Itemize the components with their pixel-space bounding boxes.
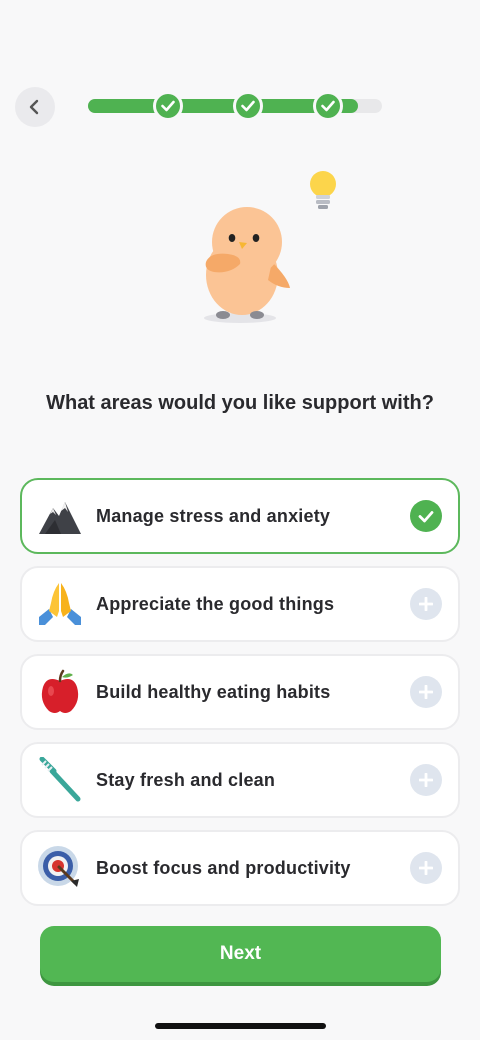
check-icon bbox=[161, 100, 175, 112]
question-title: What areas would you like support with? bbox=[46, 392, 434, 414]
progress-step-check bbox=[313, 91, 343, 121]
praying-hands-icon bbox=[36, 580, 84, 628]
option-label: Boost focus and productivity bbox=[96, 857, 351, 878]
bird-mascot-illustration bbox=[204, 171, 336, 323]
back-button[interactable] bbox=[15, 87, 55, 127]
lightbulb-icon bbox=[310, 171, 336, 209]
option-appreciate-good-things[interactable]: Appreciate the good things bbox=[20, 566, 460, 642]
progress-step-check bbox=[153, 91, 183, 121]
add-plus-icon bbox=[410, 852, 442, 884]
next-button[interactable]: Next bbox=[40, 926, 441, 982]
option-label: Stay fresh and clean bbox=[96, 769, 276, 790]
chevron-left-icon bbox=[29, 99, 39, 115]
check-icon bbox=[321, 100, 335, 112]
target-icon bbox=[36, 844, 84, 892]
option-manage-stress[interactable]: Manage stress and anxiety bbox=[20, 478, 460, 554]
option-label: Build healthy eating habits bbox=[96, 681, 331, 702]
toothbrush-icon bbox=[36, 756, 84, 804]
home-indicator bbox=[155, 1023, 326, 1029]
add-plus-icon bbox=[410, 676, 442, 708]
selected-check-icon bbox=[410, 500, 442, 532]
mountain-icon bbox=[36, 492, 84, 540]
add-plus-icon bbox=[410, 588, 442, 620]
add-plus-icon bbox=[410, 764, 442, 796]
option-healthy-eating[interactable]: Build healthy eating habits bbox=[20, 654, 460, 730]
apple-icon bbox=[36, 668, 84, 716]
option-stay-fresh[interactable]: Stay fresh and clean bbox=[20, 742, 460, 818]
option-label: Manage stress and anxiety bbox=[96, 505, 331, 526]
check-icon bbox=[241, 100, 255, 112]
progress-step-check bbox=[233, 91, 263, 121]
option-boost-focus[interactable]: Boost focus and productivity bbox=[20, 830, 460, 906]
option-label: Appreciate the good things bbox=[96, 593, 335, 614]
